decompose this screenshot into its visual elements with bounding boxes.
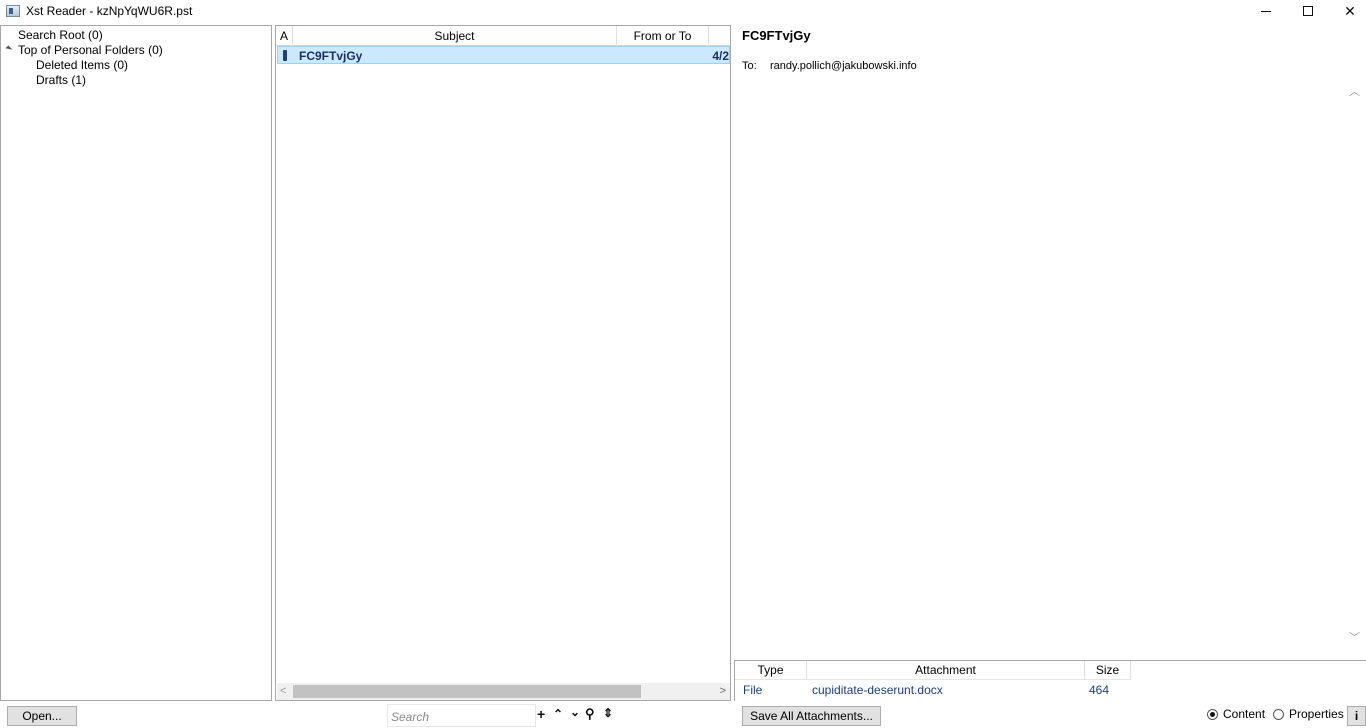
expand-arrow-icon[interactable]: [5, 45, 13, 53]
to-address: randy.pollich@jakubowski.info: [770, 60, 917, 72]
column-header-subject[interactable]: Subject: [293, 26, 617, 46]
horizontal-scrollbar[interactable]: < >: [277, 683, 730, 700]
maximize-button[interactable]: [1286, 0, 1330, 22]
info-button[interactable]: i: [1347, 706, 1366, 726]
scroll-right-icon[interactable]: >: [720, 685, 726, 697]
attachment-column-size[interactable]: Size: [1085, 661, 1131, 680]
draft-marker-icon: [283, 50, 287, 61]
maximize-icon: [1303, 6, 1313, 16]
next-result-icon[interactable]: ⌄: [570, 705, 580, 719]
scroll-down-icon[interactable]: ﹀: [1349, 629, 1360, 645]
attachment-column-type[interactable]: Type: [735, 661, 807, 680]
expand-collapse-icon[interactable]: ⇕: [603, 706, 613, 720]
app-icon: [6, 5, 20, 17]
scrollbar-thumb[interactable]: [293, 685, 641, 698]
search-icon[interactable]: ⚲: [585, 706, 595, 722]
open-button[interactable]: Open...: [7, 706, 77, 726]
minimize-icon: [1261, 10, 1271, 12]
message-list-header: A Subject From or To: [276, 26, 730, 46]
minimize-button[interactable]: [1244, 0, 1288, 22]
properties-radio[interactable]: [1273, 709, 1284, 720]
tree-item-top-of-personal-folders[interactable]: Top of Personal Folders (0): [18, 43, 163, 57]
message-row[interactable]: FC9FTvjGy 4/2: [277, 46, 730, 64]
add-search-icon[interactable]: +: [537, 706, 545, 722]
tree-item-drafts[interactable]: Drafts (1): [36, 73, 86, 87]
window-title: Xst Reader - kzNpYqWU6R.pst: [26, 4, 193, 18]
save-all-attachments-button[interactable]: Save All Attachments...: [742, 706, 881, 726]
scroll-up-icon[interactable]: ︿: [1349, 83, 1360, 99]
attachment-type[interactable]: File: [743, 683, 762, 697]
message-title: FC9FTvjGy: [742, 28, 811, 43]
close-button[interactable]: ✕: [1328, 0, 1366, 22]
message-list[interactable]: A Subject From or To FC9FTvjGy 4/2 < >: [275, 25, 731, 701]
search-input[interactable]: Search: [387, 704, 536, 727]
message-date: 4/2: [712, 49, 729, 63]
tree-item-deleted-items[interactable]: Deleted Items (0): [36, 58, 128, 72]
to-label: To:: [742, 60, 757, 72]
attachments-table: Type Attachment Size File cupiditate-des…: [734, 660, 1366, 701]
reading-pane: FC9FTvjGy To: randy.pollich@jakubowski.i…: [734, 25, 1366, 701]
folder-tree[interactable]: Search Root (0) Top of Personal Folders …: [0, 25, 272, 701]
properties-radio-label[interactable]: Properties: [1289, 707, 1344, 721]
column-header-from-or-to[interactable]: From or To: [617, 26, 709, 46]
close-icon: ✕: [1344, 2, 1356, 19]
attachment-name[interactable]: cupiditate-deserunt.docx: [812, 683, 943, 697]
attachment-column-name[interactable]: Attachment: [807, 661, 1085, 680]
column-header-date[interactable]: [709, 26, 730, 46]
tree-item-search-root[interactable]: Search Root (0): [18, 28, 103, 42]
content-radio-label[interactable]: Content: [1223, 707, 1265, 721]
bottom-toolbar: Open... Search + ⌃ ⌄ ⚲ ⇕ Save All Attach…: [0, 701, 1366, 728]
scroll-left-icon[interactable]: <: [280, 685, 286, 697]
previous-result-icon[interactable]: ⌃: [553, 707, 563, 721]
content-radio[interactable]: [1207, 709, 1218, 720]
attachment-size[interactable]: 464: [1089, 683, 1109, 697]
title-bar: Xst Reader - kzNpYqWU6R.pst ✕: [0, 0, 1366, 24]
message-subject: FC9FTvjGy: [299, 49, 363, 63]
search-placeholder: Search: [391, 710, 430, 724]
column-header-attachment[interactable]: A: [276, 26, 293, 46]
